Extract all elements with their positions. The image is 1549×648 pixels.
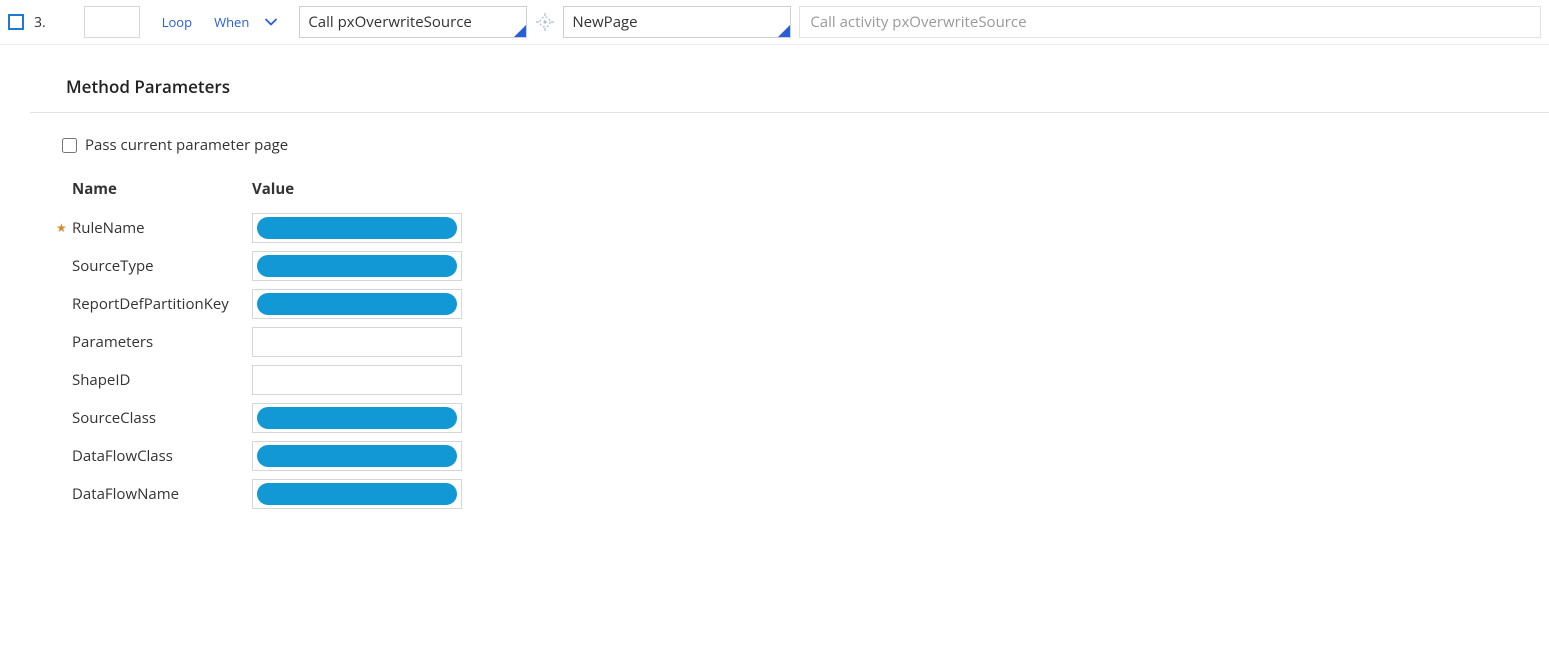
param-name: SourceType <box>72 256 154 276</box>
param-header-name: Name <box>64 173 244 209</box>
param-value-wrap <box>252 403 462 433</box>
method-input-wrap <box>299 6 527 38</box>
param-value-wrap <box>252 213 462 243</box>
param-name-cell: Parameters <box>64 323 244 361</box>
param-name: ShapeID <box>72 370 130 390</box>
param-value-cell <box>244 399 470 437</box>
redacted-overlay <box>257 255 457 277</box>
param-value-cell <box>244 323 470 361</box>
table-row: ★RuleName <box>64 209 470 247</box>
param-value-wrap <box>252 327 462 357</box>
param-value-cell <box>244 247 470 285</box>
param-name-cell: ★RuleName <box>64 209 244 247</box>
param-value-cell <box>244 361 470 399</box>
param-value-wrap <box>252 365 462 395</box>
param-table: Name Value ★RuleName SourceType ReportDefP… <box>64 173 470 513</box>
target-icon[interactable] <box>535 12 555 32</box>
chevron-down-icon[interactable] <box>263 14 279 30</box>
method-input[interactable] <box>300 7 526 37</box>
table-row: ReportDefPartitionKey <box>64 285 470 323</box>
section-divider <box>30 112 1549 113</box>
required-star-icon: ★ <box>56 219 67 236</box>
param-value-cell <box>244 475 470 513</box>
step-header-row: 3. Loop When <box>0 0 1549 45</box>
param-name-cell: SourceType <box>64 247 244 285</box>
param-value-cell <box>244 285 470 323</box>
table-row: SourceType <box>64 247 470 285</box>
table-row: SourceClass <box>64 399 470 437</box>
table-row: Parameters <box>64 323 470 361</box>
param-value-wrap <box>252 289 462 319</box>
step-label-input[interactable] <box>84 6 140 38</box>
param-name-cell: ShapeID <box>64 361 244 399</box>
step-page-input-wrap <box>563 6 791 38</box>
param-name: ReportDefPartitionKey <box>72 294 229 314</box>
when-link[interactable]: When <box>214 13 249 31</box>
description-input[interactable] <box>799 6 1541 38</box>
param-value-input[interactable] <box>253 366 461 394</box>
param-value-wrap <box>252 479 462 509</box>
param-name: Parameters <box>72 332 153 352</box>
param-value-wrap <box>252 251 462 281</box>
redacted-overlay <box>257 217 457 239</box>
param-value-wrap <box>252 441 462 471</box>
param-name: RuleName <box>72 218 145 238</box>
method-parameters-heading: Method Parameters <box>66 75 1549 98</box>
param-value-cell <box>244 437 470 475</box>
param-name-cell: DataFlowName <box>64 475 244 513</box>
step-number: 3. <box>34 13 46 32</box>
param-name: SourceClass <box>72 408 156 428</box>
step-handle-icon[interactable] <box>8 14 24 30</box>
param-header-value: Value <box>244 173 470 209</box>
pass-param-label: Pass current parameter page <box>85 135 288 155</box>
step-page-input[interactable] <box>564 7 790 37</box>
pass-param-checkbox[interactable] <box>62 138 77 153</box>
param-value-cell <box>244 209 470 247</box>
loop-link[interactable]: Loop <box>162 13 192 31</box>
table-row: DataFlowClass <box>64 437 470 475</box>
table-row: ShapeID <box>64 361 470 399</box>
param-value-input[interactable] <box>253 328 461 356</box>
param-name: DataFlowClass <box>72 446 173 466</box>
pass-param-row[interactable]: Pass current parameter page <box>62 135 1549 155</box>
param-name-cell: DataFlowClass <box>64 437 244 475</box>
param-name: DataFlowName <box>72 484 179 504</box>
redacted-overlay <box>257 445 457 467</box>
param-name-cell: ReportDefPartitionKey <box>64 285 244 323</box>
redacted-overlay <box>257 293 457 315</box>
redacted-overlay <box>257 407 457 429</box>
redacted-overlay <box>257 483 457 505</box>
table-row: DataFlowName <box>64 475 470 513</box>
param-name-cell: SourceClass <box>64 399 244 437</box>
